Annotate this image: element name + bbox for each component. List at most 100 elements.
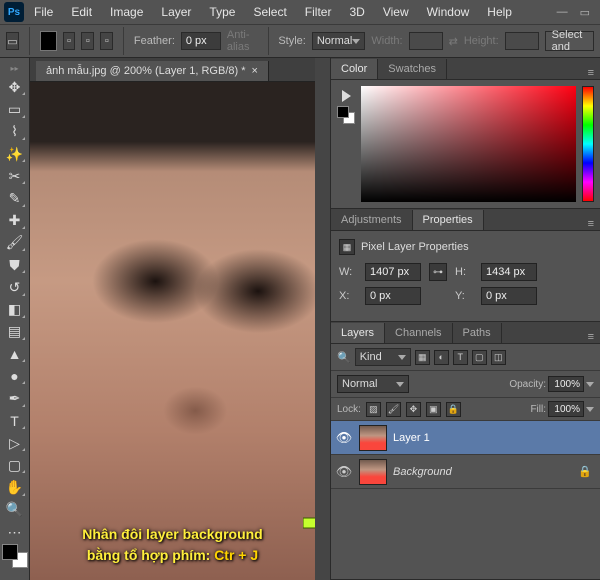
panel-menu-icon[interactable]: ≡	[582, 67, 600, 79]
menu-window[interactable]: Window	[419, 2, 478, 22]
collapsed-panel-strip[interactable]	[315, 58, 331, 580]
filter-type-icon[interactable]: T	[453, 350, 468, 365]
app-logo: Ps	[4, 2, 24, 22]
heal-tool[interactable]: ✚	[3, 211, 27, 231]
blend-mode-select[interactable]: Normal	[337, 375, 409, 393]
menu-select[interactable]: Select	[245, 2, 294, 22]
menu-help[interactable]: Help	[479, 2, 520, 22]
filter-icon[interactable]: 🔍	[337, 351, 351, 364]
layers-list: 👁 Layer 1 👁 Background 🔒	[331, 421, 600, 489]
menu-layer[interactable]: Layer	[153, 2, 199, 22]
crop-tool[interactable]: ✂	[3, 166, 27, 186]
gradient-tool[interactable]: ▤	[3, 322, 27, 342]
document-tab[interactable]: ảnh mẫu.jpg @ 200% (Layer 1, RGB/8) * ×	[36, 61, 269, 81]
dodge-tool[interactable]: ●	[3, 366, 27, 386]
layer-name[interactable]: Background	[393, 466, 452, 478]
layer-item[interactable]: 👁 Layer 1	[331, 421, 600, 455]
opacity-value[interactable]: 100%	[548, 376, 584, 392]
tab-adjustments[interactable]: Adjustments	[331, 210, 413, 230]
shape-tool[interactable]: ▢	[3, 455, 27, 475]
visibility-icon[interactable]: 👁	[335, 464, 353, 480]
flyout-icon[interactable]	[342, 90, 351, 102]
panel-menu-icon[interactable]: ≡	[582, 331, 600, 343]
marquee-tool[interactable]: ▭	[3, 99, 27, 119]
lock-pixels-icon[interactable]: 🖌	[386, 402, 401, 417]
menu-image[interactable]: Image	[102, 2, 151, 22]
color-swatches[interactable]	[2, 544, 28, 568]
tab-swatches[interactable]: Swatches	[378, 59, 447, 79]
menu-view[interactable]: View	[375, 2, 417, 22]
visibility-icon[interactable]: 👁	[335, 430, 353, 446]
layer-thumbnail[interactable]	[359, 459, 387, 485]
x-input[interactable]	[365, 287, 421, 305]
layer-thumbnail[interactable]	[359, 425, 387, 451]
filter-pixel-icon[interactable]: ▦	[415, 350, 430, 365]
minimize-icon[interactable]: —	[557, 6, 568, 19]
tab-channels[interactable]: Channels	[385, 323, 452, 343]
width-input[interactable]	[365, 263, 421, 281]
tools-grip-icon[interactable]: ▸▸	[3, 64, 27, 73]
opacity-label: Opacity:	[509, 379, 546, 390]
menu-filter[interactable]: Filter	[297, 2, 340, 22]
hand-tool[interactable]: ✋	[3, 477, 27, 497]
feather-input[interactable]	[181, 32, 221, 50]
close-tab-icon[interactable]: ×	[252, 65, 258, 77]
filter-smart-icon[interactable]: ◫	[491, 350, 506, 365]
pen-tool[interactable]: ✒	[3, 388, 27, 408]
layer-item[interactable]: 👁 Background 🔒	[331, 455, 600, 489]
brush-tool[interactable]: 🖌	[3, 233, 27, 253]
lock-position-icon[interactable]: ✥	[406, 402, 421, 417]
chevron-down-icon[interactable]	[586, 382, 594, 387]
eraser-tool[interactable]: ◧	[3, 300, 27, 320]
eyedropper-tool[interactable]: ✎	[3, 188, 27, 208]
color-field[interactable]	[361, 86, 576, 202]
style-select[interactable]: Normal	[312, 32, 366, 50]
filter-shape-icon[interactable]: ▢	[472, 350, 487, 365]
tool-preset-icon[interactable]: ▭	[6, 32, 19, 50]
more-tools-icon[interactable]: ⋯	[3, 522, 27, 542]
add-selection-icon[interactable]: ▫	[63, 32, 76, 50]
lasso-tool[interactable]: ⌇	[3, 122, 27, 142]
filter-adjust-icon[interactable]: ◐	[434, 350, 449, 365]
tab-properties[interactable]: Properties	[413, 210, 484, 230]
link-wh-icon[interactable]: ⊶	[429, 263, 447, 281]
lock-all-icon[interactable]: 🔒	[446, 402, 461, 417]
filter-kind-select[interactable]: Kind	[355, 348, 411, 366]
path-select-tool[interactable]: ▷	[3, 433, 27, 453]
maximize-icon[interactable]: ▭	[580, 6, 590, 19]
menu-edit[interactable]: Edit	[63, 2, 100, 22]
layer-name[interactable]: Layer 1	[393, 432, 430, 444]
subtract-selection-icon[interactable]: ▫	[81, 32, 94, 50]
tab-layers[interactable]: Layers	[331, 323, 385, 343]
wand-tool[interactable]: ✨	[3, 144, 27, 164]
type-tool[interactable]: T	[3, 411, 27, 431]
style-label: Style:	[278, 35, 306, 47]
hue-slider[interactable]	[582, 86, 594, 202]
lock-artboard-icon[interactable]: ▣	[426, 402, 441, 417]
height-input[interactable]	[481, 263, 537, 281]
menu-type[interactable]: Type	[201, 2, 243, 22]
tab-paths[interactable]: Paths	[453, 323, 502, 343]
menu-3d[interactable]: 3D	[341, 2, 372, 22]
y-input[interactable]	[481, 287, 537, 305]
menu-file[interactable]: File	[26, 2, 61, 22]
zoom-tool[interactable]: 🔍	[3, 500, 27, 520]
fill-value[interactable]: 100%	[548, 401, 584, 417]
lock-transparent-icon[interactable]: ▨	[366, 402, 381, 417]
chevron-down-icon[interactable]	[586, 407, 594, 412]
foreground-color-swatch[interactable]	[2, 544, 18, 560]
color-mini-swatches[interactable]	[337, 106, 355, 124]
stamp-tool[interactable]: ⛊	[3, 255, 27, 275]
fill-label: Fill:	[530, 404, 546, 415]
tab-color[interactable]: Color	[331, 59, 378, 79]
history-brush-tool[interactable]: ↺	[3, 277, 27, 297]
width-input	[409, 32, 443, 50]
blur-tool[interactable]: ▲	[3, 344, 27, 364]
move-tool[interactable]: ✥	[3, 77, 27, 97]
new-selection-icon[interactable]	[40, 31, 57, 51]
canvas[interactable]: Nhân đôi layer background bằng tổ hợp ph…	[30, 82, 315, 580]
panel-menu-icon[interactable]: ≡	[582, 218, 600, 230]
select-mask-button[interactable]: Select and	[545, 31, 594, 51]
link-icon: ⇄	[449, 35, 458, 48]
intersect-selection-icon[interactable]: ▫	[100, 32, 113, 50]
